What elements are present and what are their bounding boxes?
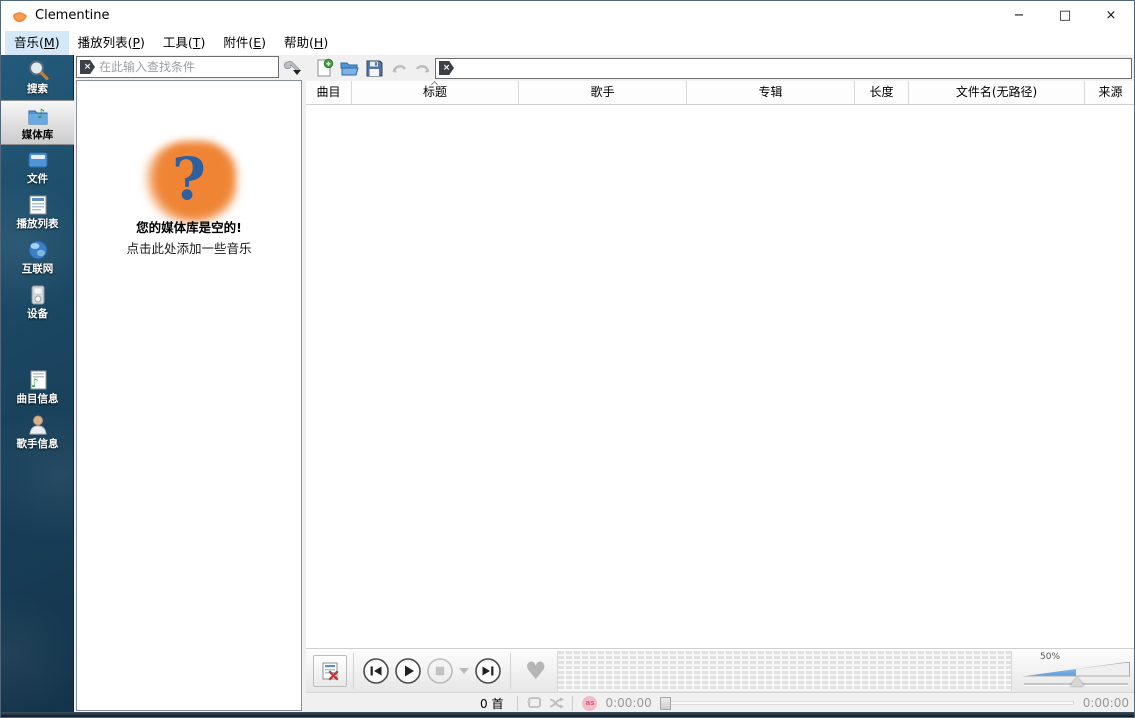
question-mark: ?: [172, 145, 206, 213]
window-title: Clementine: [35, 1, 110, 31]
clementine-window: Clementine − □ × 音乐(M) 播放列表(P) 工具(T) 附件(…: [0, 0, 1135, 718]
library-empty-title: 您的媒体库是空的!: [77, 217, 301, 236]
player-controls-bar: ♥ 50%: [306, 648, 1135, 692]
library-empty-hint[interactable]: 点击此处添加一些音乐: [77, 238, 301, 257]
column-header-track[interactable]: 曲目: [306, 81, 352, 104]
playlists-icon: [25, 192, 51, 218]
column-header-artist[interactable]: 歌手: [519, 81, 687, 104]
menu-playlist[interactable]: 播放列表(P): [69, 31, 154, 55]
volume-wedge[interactable]: [1022, 662, 1130, 677]
elapsed-time: 0:00:00: [605, 696, 651, 710]
devices-icon: [25, 282, 51, 308]
playlist-body[interactable]: [306, 105, 1135, 648]
load-playlist-button[interactable]: [339, 58, 359, 78]
menu-extras[interactable]: 附件(E): [214, 31, 275, 55]
sidebar-item-library[interactable]: ♪ 媒体库: [1, 100, 74, 145]
clear-playlist-icon: [320, 661, 340, 681]
stop-button: [426, 657, 454, 685]
divider: [510, 653, 511, 689]
track-count: 0 首: [480, 695, 503, 712]
track-slider-thumb[interactable]: [660, 697, 671, 710]
menu-help[interactable]: 帮助(H): [275, 31, 337, 55]
close-button[interactable]: ×: [1088, 1, 1134, 31]
stop-options-dropdown-icon[interactable]: [459, 668, 469, 674]
status-bar: 0 首 as 0:00:00 0:00:00: [306, 692, 1135, 713]
menu-bar: 音乐(M) 播放列表(P) 工具(T) 附件(E) 帮助(H): [1, 31, 1134, 55]
volume-fill: [1023, 663, 1076, 676]
track-position-slider[interactable]: [660, 696, 1074, 711]
undo-button: [389, 58, 409, 78]
volume-thumb[interactable]: [1070, 677, 1084, 686]
search-icon: [25, 57, 51, 83]
files-icon: [25, 147, 51, 173]
library-options-button[interactable]: [282, 57, 303, 77]
divider: [572, 696, 573, 711]
menu-tools[interactable]: 工具(T): [154, 31, 214, 55]
song-info-icon: ♪: [25, 367, 51, 393]
library-icon: ♪: [25, 103, 51, 129]
previous-track-button[interactable]: [362, 657, 390, 685]
column-header-title[interactable]: 标题: [352, 81, 519, 104]
internet-icon: [25, 237, 51, 263]
divider: [353, 653, 354, 689]
shuffle-icon[interactable]: [548, 695, 564, 711]
volume-control[interactable]: 50%: [1018, 651, 1135, 691]
next-track-button[interactable]: [474, 657, 502, 685]
svg-text:♪: ♪: [37, 107, 45, 122]
total-time: 0:00:00: [1083, 696, 1129, 710]
sidebar-item-devices[interactable]: 设备: [1, 280, 74, 325]
repeat-icon[interactable]: [526, 695, 542, 711]
library-search-input[interactable]: [76, 56, 279, 78]
artist-info-icon: [25, 412, 51, 438]
volume-label: 50%: [1040, 652, 1060, 662]
menu-music[interactable]: 音乐(M): [5, 31, 69, 55]
analyzer-area[interactable]: [557, 651, 1012, 691]
save-playlist-button[interactable]: [364, 58, 384, 78]
maximize-button[interactable]: □: [1042, 1, 1088, 31]
redo-button: [413, 58, 433, 78]
track-slider-rail[interactable]: [660, 701, 1074, 705]
sidebar-item-files[interactable]: 文件: [1, 145, 74, 190]
column-header-filename[interactable]: 文件名(无路径): [909, 81, 1085, 104]
sidebar: 搜索 ♪ 媒体库 文件 播放列表: [1, 55, 74, 713]
playlist-search-input[interactable]: [435, 58, 1132, 79]
clear-playlist-button[interactable]: [313, 655, 347, 687]
playlist-header-row: 曲目 标题 歌手 专辑 长度 文件名(无路径) 来源: [306, 81, 1135, 105]
minimize-button[interactable]: −: [996, 1, 1042, 31]
divider: [517, 696, 518, 711]
title-bar: Clementine − □ ×: [1, 1, 1134, 31]
column-header-source[interactable]: 来源: [1085, 81, 1135, 104]
new-playlist-button[interactable]: [314, 58, 334, 78]
sidebar-item-artist-info[interactable]: 歌手信息: [1, 410, 74, 455]
library-panel[interactable]: ? 您的媒体库是空的! 点击此处添加一些音乐: [76, 80, 302, 711]
play-button[interactable]: [394, 657, 422, 685]
sidebar-item-internet[interactable]: 互联网: [1, 235, 74, 280]
window-bottom-border: [1, 712, 1134, 717]
svg-text:♪: ♪: [31, 376, 39, 390]
sidebar-item-search[interactable]: 搜索: [1, 55, 74, 100]
scrobble-icon[interactable]: as: [582, 696, 597, 711]
sidebar-item-playlists[interactable]: 播放列表: [1, 190, 74, 235]
sidebar-item-song-info[interactable]: ♪ 曲目信息: [1, 365, 74, 410]
column-header-album[interactable]: 专辑: [687, 81, 855, 104]
clementine-logo-icon: [11, 7, 29, 25]
column-header-length[interactable]: 长度: [855, 81, 909, 104]
love-track-icon: ♥: [525, 657, 547, 685]
